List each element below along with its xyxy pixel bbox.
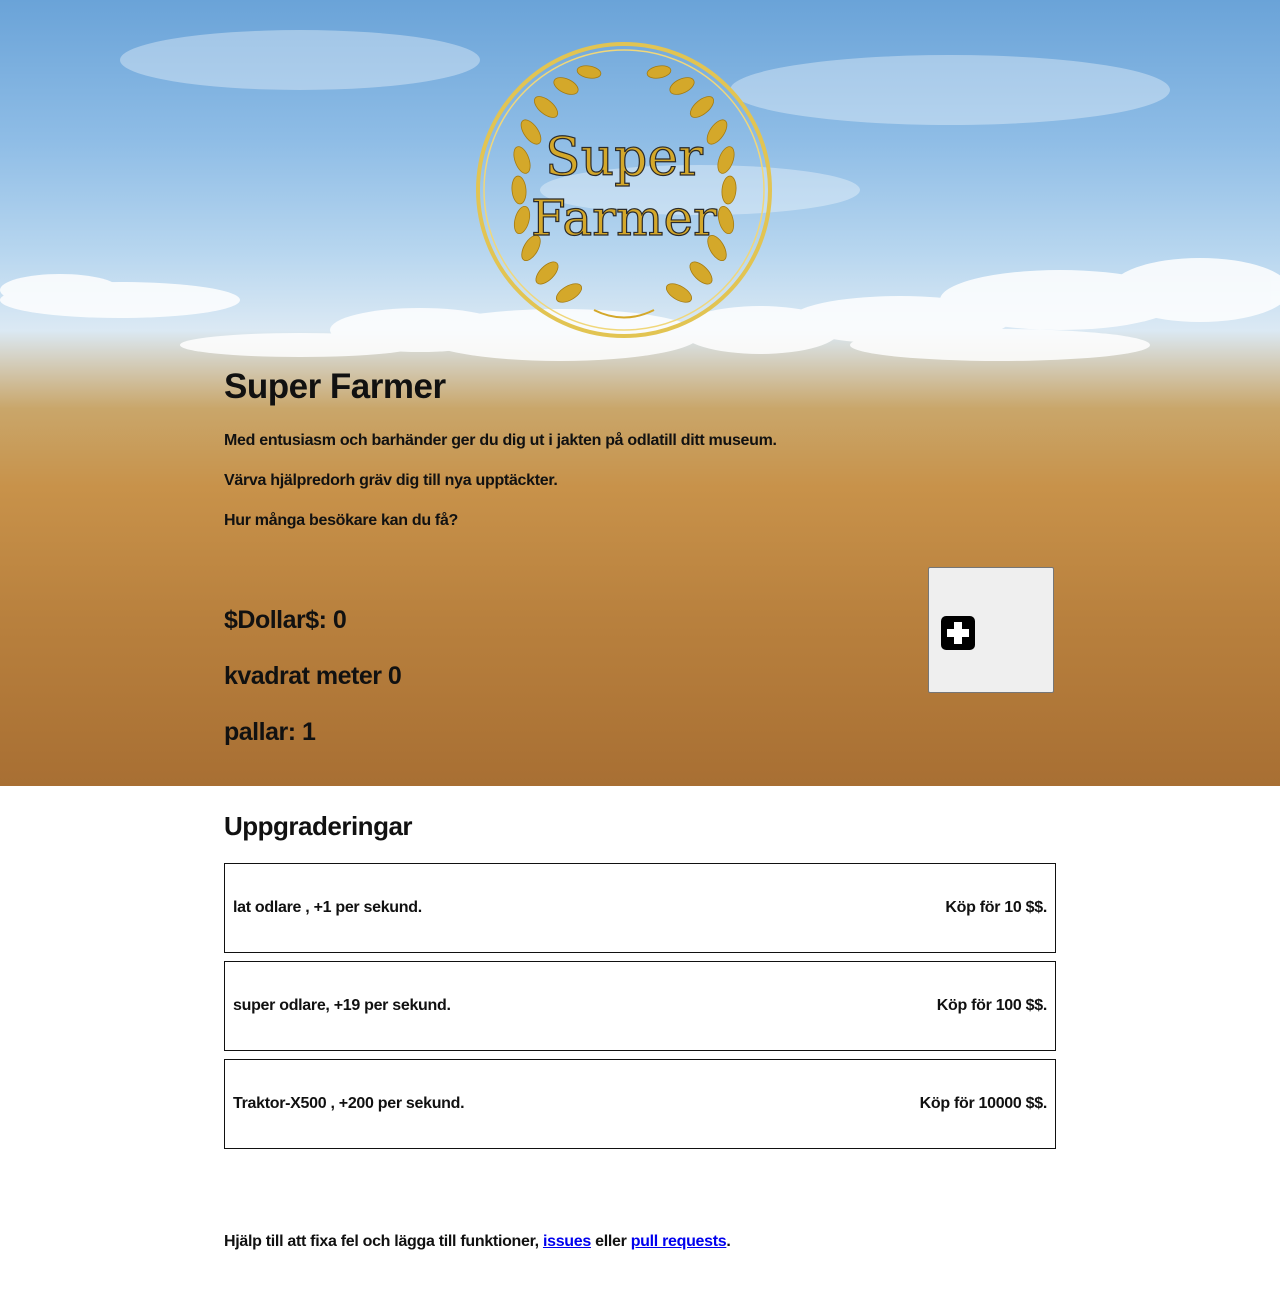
upgrade-name: super odlare, +19 per sekund. xyxy=(233,997,451,1014)
pull-requests-link[interactable]: pull requests xyxy=(631,1233,727,1250)
description-line-3: Hur många besökare kan du få? xyxy=(224,512,459,529)
issues-link[interactable]: issues xyxy=(543,1233,591,1250)
footer-text-after: . xyxy=(726,1233,731,1250)
super-farmer-logo: Super Farmer xyxy=(476,42,772,338)
page-title: Super Farmer xyxy=(224,367,446,406)
upgrade-price: Köp för 10 $$. xyxy=(945,899,1047,916)
upgrades-title: Uppgraderingar xyxy=(224,811,413,841)
upgrade-price: Köp för 10000 $$. xyxy=(919,1095,1048,1112)
dollar-counter: $Dollar$: 0 xyxy=(224,606,347,634)
upgrade-name: Traktor-X500 , +200 per sekund. xyxy=(233,1095,465,1112)
logo-line2: Farmer xyxy=(531,189,717,247)
footer-text-middle: eller xyxy=(590,1233,631,1250)
upgrade-name: lat odlare , +1 per sekund. xyxy=(233,899,422,916)
upgrade-row-traktor[interactable]: Traktor-X500 , +200 per sekund. Köp för … xyxy=(224,1059,1056,1149)
upgrades-section: Uppgraderingar lat odlare , +1 per sekun… xyxy=(224,800,1056,1149)
footer-text: Hjälp till att fixa fel och lägga till f… xyxy=(224,1233,1056,1251)
farm-click-button[interactable] xyxy=(928,567,1054,693)
logo-line1: Super xyxy=(545,128,703,188)
plus-square-icon xyxy=(941,616,975,650)
upgrade-row-lat-odlare[interactable]: lat odlare , +1 per sekund. Köp för 10 $… xyxy=(224,863,1056,953)
description-line-1: Med entusiasm och barhänder ger du dig u… xyxy=(224,432,777,449)
hero-content: Super Farmer Med entusiasm och barhänder… xyxy=(224,360,1056,746)
footer-text-before: Hjälp till att fixa fel och lägga till f… xyxy=(224,1233,543,1250)
hero-section: Super Farmer Super Farmer Med entusiasm … xyxy=(0,0,1280,786)
upgrade-price: Köp för 100 $$. xyxy=(936,997,1048,1014)
area-counter: kvadrat meter 0 xyxy=(224,662,402,690)
description-line-2: Värva hjälpredorh gräv dig till nya uppt… xyxy=(224,472,558,489)
upgrade-row-super-odlare[interactable]: super odlare, +19 per sekund. Köp för 10… xyxy=(224,961,1056,1051)
pallets-counter: pallar: 1 xyxy=(224,718,316,746)
